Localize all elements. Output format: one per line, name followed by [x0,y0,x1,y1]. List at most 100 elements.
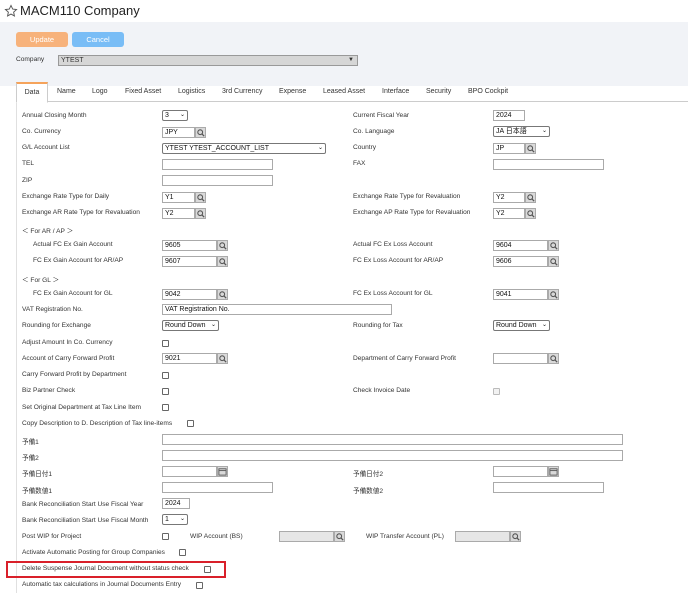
search-icon[interactable] [548,289,559,300]
fc-loss-gl-input[interactable]: 9041 [493,289,548,300]
gl-account-list-label: G/L Account List [22,144,70,151]
bank-recon-month-value: 1 [165,516,169,523]
gl-account-list-select[interactable]: YTEST YTEST_ACCOUNT_LIST ⌄ [162,143,326,154]
spare1-input[interactable] [162,434,623,445]
tab-3rd-currency[interactable]: 3rd Currency [222,88,262,95]
auto-posting-group-label: Activate Automatic Posting for Group Com… [22,549,165,556]
search-icon[interactable] [525,192,536,203]
fc-loss-input[interactable]: 9604 [493,240,548,251]
spare-num1-label: 予備数値1 [22,488,53,495]
current-fiscal-year-input[interactable]: 2024 [493,110,525,121]
delete-suspense-checkbox[interactable] [204,566,211,573]
tab-security[interactable]: Security [426,88,451,95]
fax-input[interactable] [493,159,604,170]
tab-logistics[interactable]: Logistics [178,88,205,95]
zip-input[interactable] [162,175,273,186]
favorite-star-icon[interactable] [4,4,18,18]
search-icon[interactable] [195,208,206,219]
tab-interface[interactable]: Interface [382,88,409,95]
dept-carry-forward-input[interactable] [493,353,548,364]
post-wip-checkbox[interactable] [162,533,169,540]
carry-forward-by-dept-label: Carry Forward Profit by Department [22,371,127,378]
fc-gain-gl-label: FC Ex Gain Account for GL [33,290,113,297]
ar-rate-input[interactable]: Y2 [162,208,195,219]
tab-fixed-asset[interactable]: Fixed Asset [125,88,161,95]
carry-forward-account-input[interactable]: 9021 [162,353,217,364]
tab-name[interactable]: Name [57,88,76,95]
search-icon[interactable] [525,143,536,154]
rounding-tax-value: Round Down [496,322,537,329]
fc-gain-arap-input[interactable]: 9607 [162,256,217,267]
rounding-exchange-value: Round Down [165,322,206,329]
co-language-select[interactable]: JA 日本語 ⌄ [493,126,550,137]
tab-leased-asset[interactable]: Leased Asset [323,88,365,95]
fc-gain-gl-input[interactable]: 9042 [162,289,217,300]
fc-gain-input[interactable]: 9605 [162,240,217,251]
search-icon [510,531,521,542]
rounding-exchange-select[interactable]: Round Down ⌄ [162,320,219,331]
tel-label: TEL [22,160,35,167]
vat-no-label: VAT Registration No. [22,306,83,313]
search-icon[interactable] [217,256,228,267]
calendar-icon[interactable] [548,466,559,477]
search-icon[interactable] [525,208,536,219]
chevron-down-icon: ⌄ [541,128,547,134]
cancel-button[interactable]: Cancel [72,32,124,47]
fc-loss-arap-input[interactable]: 9606 [493,256,548,267]
search-icon[interactable] [217,240,228,251]
spare-num2-label: 予備数値2 [353,488,384,495]
rate-daily-input[interactable]: Y1 [162,192,195,203]
bank-recon-year-input[interactable]: 2024 [162,498,190,509]
co-language-label: Co. Language [353,128,395,135]
rounding-tax-select[interactable]: Round Down ⌄ [493,320,550,331]
tab-data[interactable]: Data [16,82,48,103]
search-icon[interactable] [195,127,206,138]
spare-num1-input[interactable] [162,482,273,493]
set-original-dept-checkbox[interactable] [162,404,169,411]
company-select[interactable]: YTEST ▼ [58,55,358,66]
chevron-down-icon: ⌄ [210,322,216,328]
update-button[interactable]: Update [16,32,68,47]
dept-carry-forward-label: Department of Carry Forward Profit [353,355,456,362]
copy-description-checkbox[interactable] [187,420,194,427]
carry-forward-by-dept-checkbox[interactable] [162,372,169,379]
bank-recon-month-select[interactable]: 1 ⌄ [162,514,188,525]
vat-no-input[interactable]: VAT Registration No. [162,304,392,315]
search-icon[interactable] [195,192,206,203]
adjust-amount-label: Adjust Amount In Co. Currency [22,339,113,346]
page-title: MACM110 Company [20,3,140,18]
search-icon[interactable] [548,240,559,251]
co-currency-input[interactable]: JPY [162,127,195,138]
tab-expense[interactable]: Expense [279,88,306,95]
auto-tax-checkbox[interactable] [196,582,203,589]
spare-date2-label: 予備日付2 [353,471,384,478]
search-icon[interactable] [217,353,228,364]
country-input[interactable]: JP [493,143,525,154]
bank-recon-year-label: Bank Reconciliation Start Use Fiscal Yea… [22,501,144,508]
ap-rate-input[interactable]: Y2 [493,208,525,219]
company-label: Company [16,56,45,63]
rate-revaluation-input[interactable]: Y2 [493,192,525,203]
co-currency-label: Co. Currency [22,128,61,135]
company-value: YTEST [61,57,84,64]
post-wip-label: Post WIP for Project [22,533,82,540]
spare2-input[interactable] [162,450,623,461]
annual-closing-month-select[interactable]: 3 ⌄ [162,110,188,121]
bank-recon-month-label: Bank Reconciliation Start Use Fiscal Mon… [22,517,149,524]
set-original-dept-label: Set Original Department at Tax Line Item [22,404,141,411]
tel-input[interactable] [162,159,273,170]
spare-num2-input[interactable] [493,482,604,493]
search-icon[interactable] [217,289,228,300]
gl-account-list-value: YTEST YTEST_ACCOUNT_LIST [165,145,269,152]
adjust-amount-checkbox[interactable] [162,340,169,347]
tab-logo[interactable]: Logo [92,88,108,95]
biz-partner-check-checkbox[interactable] [162,388,169,395]
auto-posting-group-checkbox[interactable] [179,549,186,556]
spare-date2-input[interactable] [493,466,548,477]
search-icon[interactable] [548,353,559,364]
spare-date1-input[interactable] [162,466,217,477]
calendar-icon[interactable] [217,466,228,477]
tab-bpo-cockpit[interactable]: BPO Cockpit [468,88,508,95]
search-icon[interactable] [548,256,559,267]
fc-gain-arap-label: FC Ex Gain Account for AR/AP [33,257,124,264]
